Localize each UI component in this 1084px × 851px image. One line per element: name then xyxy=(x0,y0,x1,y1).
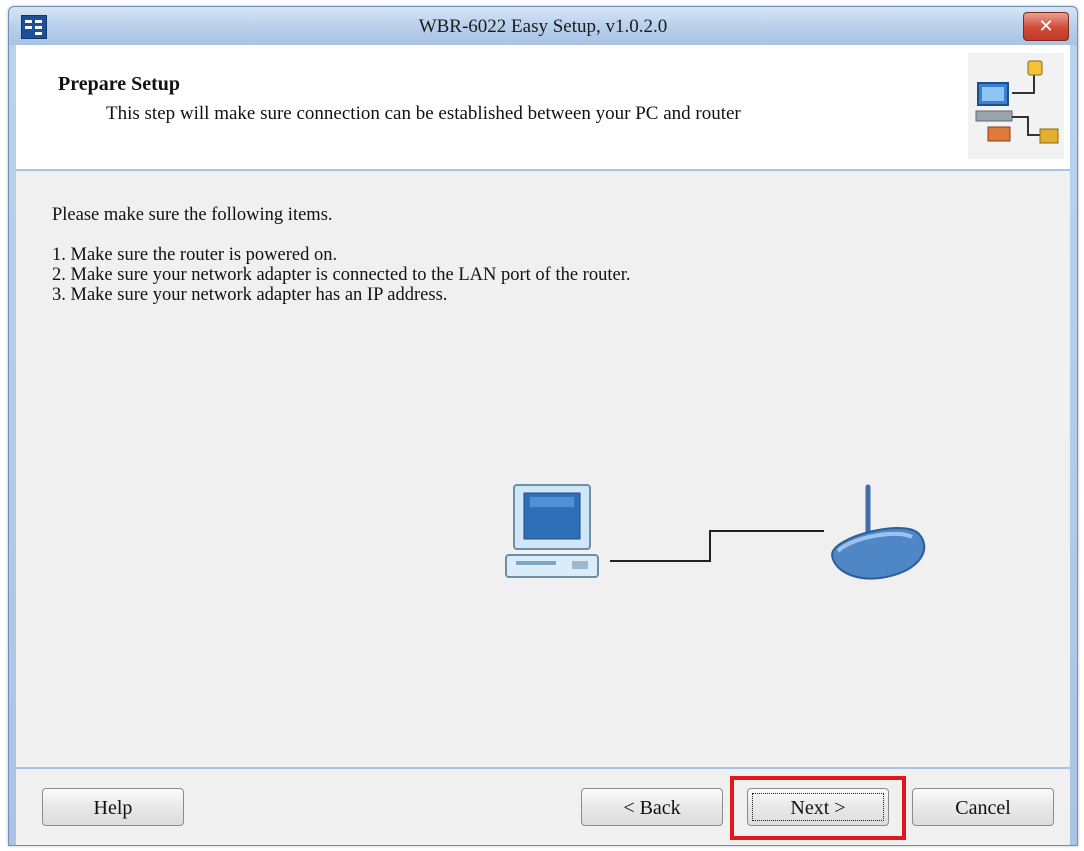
setup-window: WBR-6022 Easy Setup, v1.0.2.0 ✕ Prepare … xyxy=(8,6,1078,846)
cancel-button[interactable]: Cancel xyxy=(912,788,1054,826)
connection-illustration xyxy=(502,475,942,615)
page-title: Prepare Setup xyxy=(58,73,181,95)
instructions-intro: Please make sure the following items. xyxy=(52,205,333,225)
help-button[interactable]: Help xyxy=(42,788,184,826)
title-bar[interactable]: WBR-6022 Easy Setup, v1.0.2.0 ✕ xyxy=(9,7,1077,45)
back-button[interactable]: < Back xyxy=(581,788,723,826)
wizard-header: Prepare Setup This step will make sure c… xyxy=(16,45,1070,171)
close-icon: ✕ xyxy=(1038,16,1054,37)
close-button[interactable]: ✕ xyxy=(1023,12,1069,41)
page-subtitle: This step will make sure connection can … xyxy=(106,103,741,124)
computer-icon xyxy=(505,484,599,578)
instruction-item: 2. Make sure your network adapter is con… xyxy=(52,265,631,285)
window-title: WBR-6022 Easy Setup, v1.0.2.0 xyxy=(418,16,668,37)
connection-cable xyxy=(610,530,824,562)
instructions: Please make sure the following items. 1.… xyxy=(52,205,630,305)
wizard-client-area: Prepare Setup This step will make sure c… xyxy=(16,45,1070,845)
instruction-item: 3. Make sure your network adapter has an… xyxy=(52,285,448,305)
wireless-router-icon xyxy=(830,484,926,580)
next-button-highlight xyxy=(730,776,906,840)
network-connection-icon xyxy=(968,53,1064,159)
button-bar-divider xyxy=(16,767,1070,769)
instruction-item: 1. Make sure the router is powered on. xyxy=(52,245,338,265)
